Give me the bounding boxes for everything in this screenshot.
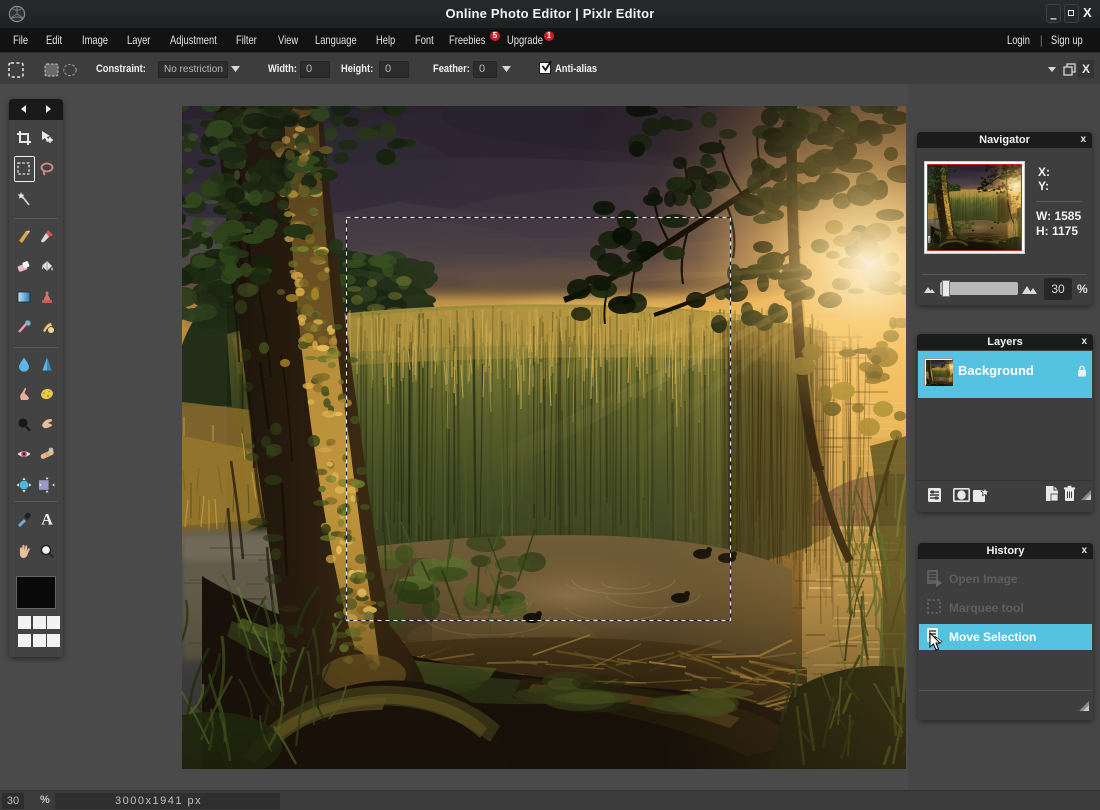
svg-text:A: A (41, 512, 53, 528)
